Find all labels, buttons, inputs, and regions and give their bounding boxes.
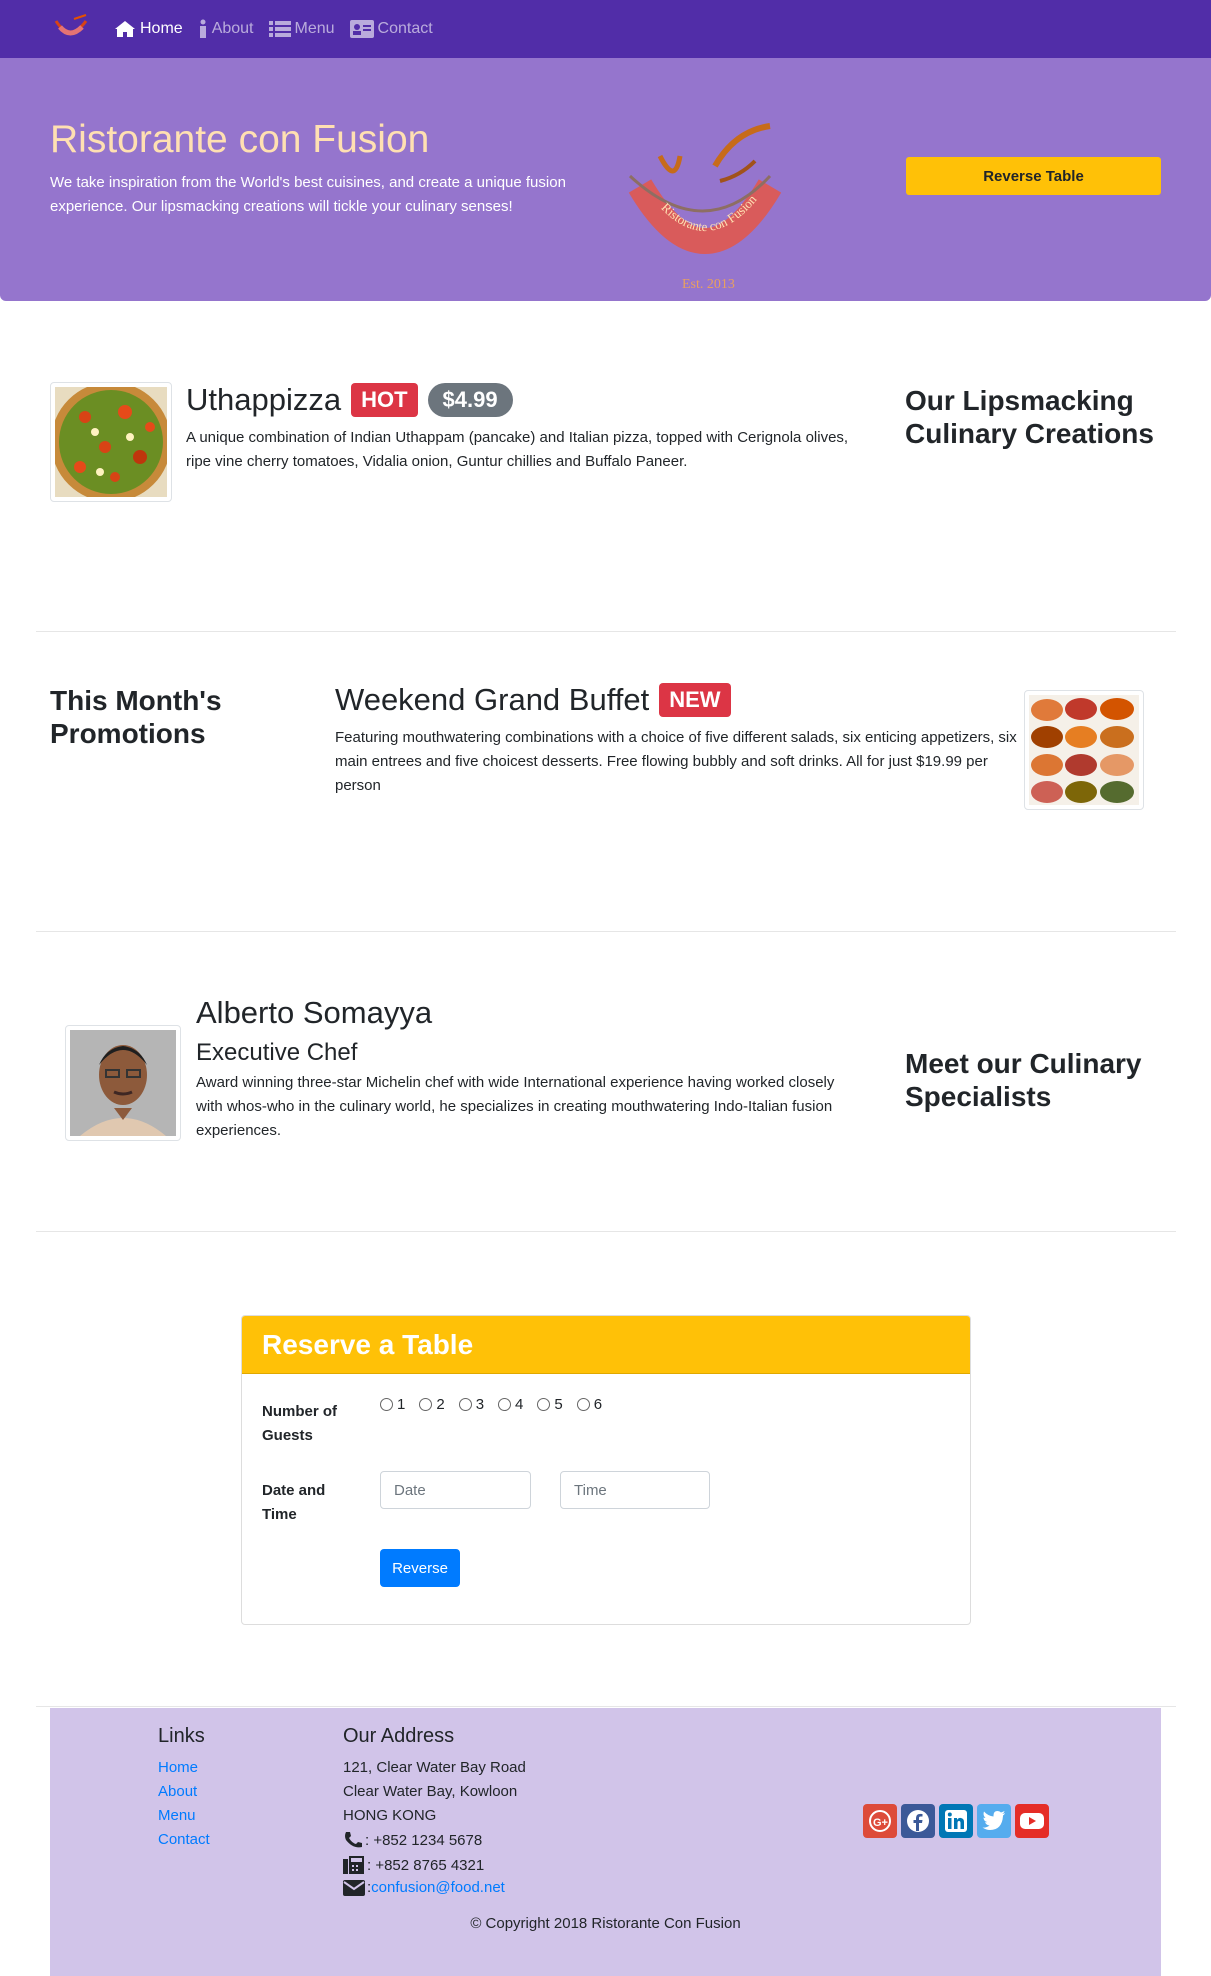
footer-link-home[interactable]: Home	[158, 1759, 198, 1776]
divider	[36, 931, 1176, 932]
address-card-icon	[349, 20, 374, 38]
date-input[interactable]: Date	[380, 1471, 531, 1509]
fax-number: : +852 8765 4321	[367, 1856, 485, 1874]
youtube-icon[interactable]	[1015, 1804, 1049, 1838]
linkedin-icon[interactable]	[939, 1804, 973, 1838]
footer-links-title: Links	[158, 1725, 205, 1747]
nav-about[interactable]: About	[198, 19, 254, 39]
promotion-section-title: This Month's Promotions	[50, 685, 222, 749]
guest-option-5[interactable]: 5	[537, 1396, 563, 1413]
guests-radio-group: 1 2 3 4 5 6	[380, 1396, 616, 1413]
promotion-name: Weekend Grand Buffet	[335, 682, 650, 717]
restaurant-title: Ristorante con Fusion	[50, 118, 430, 161]
facebook-icon[interactable]	[901, 1804, 935, 1838]
social-links: G+	[863, 1804, 1053, 1838]
radio-circle[interactable]	[419, 1398, 433, 1411]
nav-contact[interactable]: Contact	[349, 20, 433, 38]
hot-badge: HOT	[351, 383, 418, 417]
nav-contact-label: Contact	[377, 20, 433, 37]
brand-logo[interactable]	[50, 13, 92, 45]
promotion-heading: Weekend Grand Buffet NEW	[335, 682, 1025, 718]
dish-name: Uthappizza	[186, 382, 342, 417]
restaurant-description: We take inspiration from the World's bes…	[50, 174, 566, 215]
phone-number: : +852 1234 5678	[365, 1831, 483, 1849]
envelope-icon	[343, 1879, 365, 1896]
home-icon	[114, 20, 136, 38]
radio-circle[interactable]	[380, 1398, 393, 1411]
radio-circle[interactable]	[458, 1398, 472, 1411]
promotion-description: Featuring mouthwatering combinations wit…	[335, 729, 1017, 794]
email-link[interactable]: confusion@food.net	[371, 1879, 505, 1896]
dish-image	[50, 382, 172, 502]
address-line-3: HONG KONG	[343, 1807, 437, 1824]
twitter-icon[interactable]	[977, 1804, 1011, 1838]
dish-section-title: Our Lipsmacking Culinary Creations	[905, 385, 1154, 449]
footer-link-about[interactable]: About	[158, 1783, 197, 1800]
info-icon	[198, 19, 208, 39]
reserve-card-header: Reserve a Table	[242, 1316, 970, 1374]
footer-address-title: Our Address	[343, 1725, 455, 1747]
address-line-2: Clear Water Bay, Kowloon	[343, 1783, 518, 1800]
guest-option-2[interactable]: 2	[419, 1396, 445, 1413]
promotion-image	[1024, 690, 1144, 810]
footer: Links Home About Menu Contact Our Addres…	[50, 1708, 1161, 1976]
time-input[interactable]: Time	[560, 1471, 710, 1509]
chef-designation: Executive Chef	[196, 1039, 358, 1066]
dish-heading: Uthappizza HOT $4.99	[186, 382, 856, 418]
nav-menu[interactable]: Menu	[268, 20, 335, 38]
chef-photo	[65, 1025, 181, 1141]
phone-icon	[343, 1831, 363, 1849]
svg-text:G+: G+	[873, 1817, 888, 1829]
price-badge: $4.99	[427, 383, 513, 417]
dish-body: Uthappizza HOT $4.99 A unique combinatio…	[186, 382, 856, 474]
footer-link-contact[interactable]: Contact	[158, 1831, 210, 1848]
navbar: Home About Menu Contact	[0, 0, 1211, 58]
fax-icon	[343, 1855, 365, 1875]
footer-email: : confusion@food.net	[343, 1879, 505, 1896]
copyright-text: © Copyright 2018 Ristorante Con Fusion	[470, 1915, 741, 1932]
dish-description: A unique combination of Indian Uthappam …	[186, 429, 849, 470]
promotion-body: Weekend Grand Buffet NEW Featuring mouth…	[335, 682, 1025, 798]
nav-menu-label: Menu	[294, 20, 335, 37]
reserve-submit-button[interactable]: Reverse	[380, 1549, 460, 1587]
logo-est: Est. 2013	[682, 277, 735, 292]
radio-circle[interactable]	[498, 1398, 512, 1411]
chef-description: Award winning three-star Michelin chef w…	[196, 1074, 835, 1139]
jumbotron: Ristorante con Fusion We take inspiratio…	[0, 58, 1211, 301]
google-plus-icon[interactable]: G+	[863, 1804, 897, 1838]
footer-link-menu[interactable]: Menu	[158, 1807, 196, 1824]
chef-body: Alberto Somayya Executive Chef Award win…	[196, 995, 856, 1143]
guests-label: Number of Guests	[262, 1403, 337, 1444]
footer-fax: : +852 8765 4321	[343, 1855, 484, 1875]
restaurant-logo: Ristorante con Fusion Est. 2013	[628, 123, 782, 292]
divider	[36, 1706, 1176, 1707]
chef-name: Alberto Somayya	[196, 995, 433, 1030]
radio-circle[interactable]	[576, 1398, 590, 1411]
guest-option-1[interactable]: 1	[380, 1396, 405, 1413]
guest-option-6[interactable]: 6	[576, 1396, 602, 1413]
divider	[36, 1231, 1176, 1232]
list-icon	[268, 20, 291, 38]
nav-about-label: About	[211, 20, 254, 37]
datetime-label: Date and Time	[262, 1482, 326, 1523]
nav-home[interactable]: Home	[114, 20, 183, 38]
new-badge: NEW	[659, 683, 731, 717]
reserve-card: Reserve a Table Number of Guests 1 2 3 4…	[241, 1315, 971, 1625]
reserve-table-button[interactable]: Reverse Table	[906, 157, 1161, 195]
divider	[36, 631, 1176, 632]
radio-circle[interactable]	[537, 1398, 551, 1411]
address-line-1: 121, Clear Water Bay Road	[343, 1759, 526, 1776]
guest-option-4[interactable]: 4	[498, 1396, 523, 1413]
guest-option-3[interactable]: 3	[458, 1396, 484, 1413]
footer-phone: : +852 1234 5678	[343, 1831, 482, 1849]
nav-home-label: Home	[140, 20, 183, 37]
leaders-section-title: Meet our Culinary Specialists	[905, 1048, 1142, 1112]
